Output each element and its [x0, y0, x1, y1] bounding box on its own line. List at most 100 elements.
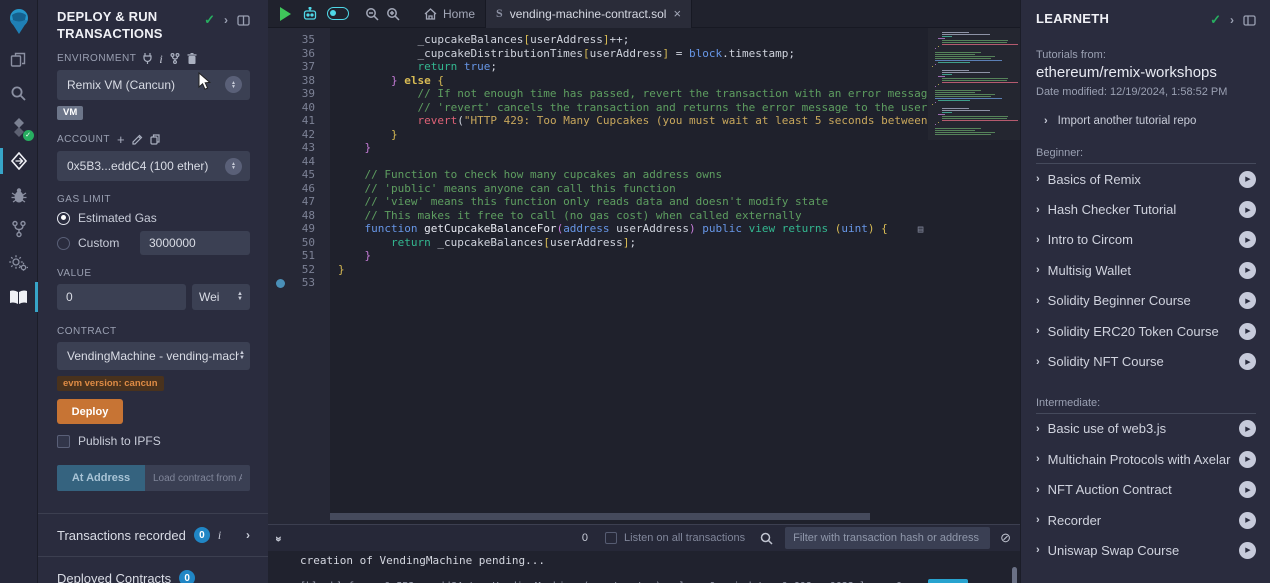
- line-number[interactable]: 47: [268, 195, 330, 209]
- editor-gutter[interactable]: 35363738394041424344454647484950515253: [268, 28, 330, 524]
- plug-icon[interactable]: [143, 53, 152, 64]
- horizontal-scrollbar[interactable]: [330, 513, 870, 520]
- clear-console-icon[interactable]: ⊘: [1000, 530, 1011, 546]
- transactions-info-icon[interactable]: i: [218, 528, 221, 543]
- contract-select[interactable]: VendingMachine - vending-machin ▲▼: [57, 342, 250, 370]
- debug-button[interactable]: [928, 579, 968, 583]
- import-tutorial-repo[interactable]: › Import another tutorial repo: [1036, 115, 1256, 127]
- copy-account-icon[interactable]: [150, 134, 160, 145]
- listen-all-transactions-checkbox[interactable]: [605, 532, 617, 544]
- start-tutorial-play-button[interactable]: ▶: [1239, 542, 1256, 559]
- line-number[interactable]: 43: [268, 141, 330, 155]
- value-unit-select[interactable]: Wei ▲▼: [192, 284, 250, 310]
- tutorial-item[interactable]: ›NFT Auction Contract▶: [1036, 475, 1256, 505]
- close-tab-icon[interactable]: ×: [673, 6, 681, 21]
- line-number[interactable]: 51: [268, 249, 330, 263]
- breakpoint-dot[interactable]: [276, 279, 285, 288]
- start-tutorial-play-button[interactable]: ▶: [1239, 262, 1256, 279]
- start-tutorial-play-button[interactable]: ▶: [1239, 451, 1256, 468]
- tutorial-item[interactable]: ›Multichain Protocols with Axelar▶: [1036, 444, 1256, 474]
- git-icon[interactable]: [0, 212, 38, 246]
- search-icon[interactable]: [0, 76, 38, 110]
- pin-panel-icon[interactable]: [237, 15, 250, 26]
- solidity-compiler-icon[interactable]: ✓: [0, 110, 38, 144]
- start-tutorial-play-button[interactable]: ▶: [1239, 323, 1256, 340]
- line-number[interactable]: 36: [268, 47, 330, 61]
- value-input[interactable]: [57, 284, 186, 310]
- zoom-out-icon[interactable]: [365, 7, 379, 21]
- editor-code[interactable]: _cupcakeBalances[userAddress]++; _cupcak…: [330, 28, 928, 524]
- line-number[interactable]: 53: [268, 276, 330, 290]
- deploy-run-icon[interactable]: [0, 144, 38, 178]
- edit-account-icon[interactable]: [132, 134, 143, 145]
- file-explorer-icon[interactable]: [0, 42, 38, 76]
- start-tutorial-play-button[interactable]: ▶: [1239, 420, 1256, 437]
- zoom-in-icon[interactable]: [386, 7, 400, 21]
- expand-chevron-icon[interactable]: ›: [224, 13, 228, 27]
- line-number[interactable]: 45: [268, 168, 330, 182]
- remix-logo-icon[interactable]: [0, 0, 38, 42]
- tutorial-item[interactable]: ›Uniswap Swap Course▶: [1036, 535, 1256, 565]
- line-number[interactable]: 49: [268, 222, 330, 236]
- delete-environment-icon[interactable]: [187, 53, 197, 64]
- start-tutorial-play-button[interactable]: ▶: [1239, 292, 1256, 309]
- line-number[interactable]: 37: [268, 60, 330, 74]
- line-number[interactable]: 41: [268, 114, 330, 128]
- copilot-toggle[interactable]: [327, 7, 349, 20]
- line-number[interactable]: 50: [268, 236, 330, 250]
- transactions-expand-icon[interactable]: ›: [246, 528, 250, 542]
- custom-gas-radio[interactable]: [57, 237, 70, 250]
- learneth-book-icon[interactable]: [0, 280, 38, 314]
- debugger-icon[interactable]: [0, 178, 38, 212]
- tutorial-item[interactable]: ›Solidity ERC20 Token Course▶: [1036, 316, 1256, 346]
- environment-info-icon[interactable]: i: [159, 53, 162, 65]
- account-select[interactable]: 0x5B3...eddC4 (100 ether) ▲▼: [57, 151, 250, 181]
- minimap[interactable]: [928, 28, 1020, 524]
- start-tutorial-play-button[interactable]: ▶: [1239, 201, 1256, 218]
- start-tutorial-play-button[interactable]: ▶: [1239, 231, 1256, 248]
- line-number[interactable]: 52: [268, 263, 330, 277]
- tutorial-item[interactable]: ›Solidity Beginner Course▶: [1036, 286, 1256, 316]
- start-tutorial-play-button[interactable]: ▶: [1239, 353, 1256, 370]
- ai-copilot-robot-icon[interactable]: [302, 7, 318, 21]
- tutorial-item[interactable]: ›Recorder▶: [1036, 505, 1256, 535]
- learneth-pin-panel-icon[interactable]: [1243, 15, 1256, 26]
- line-number[interactable]: 35: [268, 33, 330, 47]
- start-tutorial-play-button[interactable]: ▶: [1239, 512, 1256, 529]
- line-number[interactable]: 44: [268, 155, 330, 169]
- start-tutorial-play-button[interactable]: ▶: [1239, 171, 1256, 188]
- code-editor[interactable]: 35363738394041424344454647484950515253 _…: [268, 28, 1020, 524]
- at-address-button[interactable]: At Address: [57, 465, 145, 491]
- line-number[interactable]: 48: [268, 209, 330, 223]
- line-number[interactable]: 40: [268, 101, 330, 115]
- estimated-gas-radio[interactable]: [57, 212, 70, 225]
- add-account-icon[interactable]: +: [117, 133, 125, 146]
- run-script-play-icon[interactable]: [280, 7, 291, 21]
- environment-select[interactable]: Remix VM (Cancun) ▲▼: [57, 70, 250, 100]
- line-number[interactable]: 46: [268, 182, 330, 196]
- terminal-scrollbar[interactable]: [1012, 567, 1017, 583]
- fork-state-icon[interactable]: [170, 53, 180, 64]
- at-address-input[interactable]: [145, 465, 250, 491]
- custom-gas-input[interactable]: [140, 231, 250, 255]
- deploy-button[interactable]: Deploy: [57, 399, 123, 424]
- terminal-filter-input[interactable]: [785, 527, 990, 549]
- tab-home[interactable]: Home: [414, 0, 485, 28]
- line-number[interactable]: 38: [268, 74, 330, 88]
- tab-vending-machine-contract[interactable]: S vending-machine-contract.sol ×: [485, 0, 692, 28]
- tutorial-item[interactable]: ›Basics of Remix▶: [1036, 164, 1256, 194]
- settings-icon[interactable]: [0, 246, 38, 280]
- tutorial-item[interactable]: ›Hash Checker Tutorial▶: [1036, 194, 1256, 224]
- line-number[interactable]: 42: [268, 128, 330, 142]
- start-tutorial-play-button[interactable]: ▶: [1239, 481, 1256, 498]
- tutorial-item[interactable]: ›Multisig Wallet▶: [1036, 255, 1256, 285]
- learneth-expand-icon[interactable]: ›: [1230, 13, 1234, 27]
- tutorial-item[interactable]: ›Intro to Circom▶: [1036, 225, 1256, 255]
- tutorial-item[interactable]: ›Solidity NFT Course▶: [1036, 346, 1256, 376]
- terminal-search-icon[interactable]: [760, 532, 773, 545]
- transactions-recorded-section[interactable]: Transactions recorded 0 i ›: [38, 513, 268, 556]
- collapse-terminal-icon[interactable]: ››: [272, 536, 286, 540]
- deployed-contracts-section[interactable]: Deployed Contracts 0: [38, 556, 268, 583]
- publish-ipfs-checkbox[interactable]: [57, 435, 70, 448]
- line-number[interactable]: 39: [268, 87, 330, 101]
